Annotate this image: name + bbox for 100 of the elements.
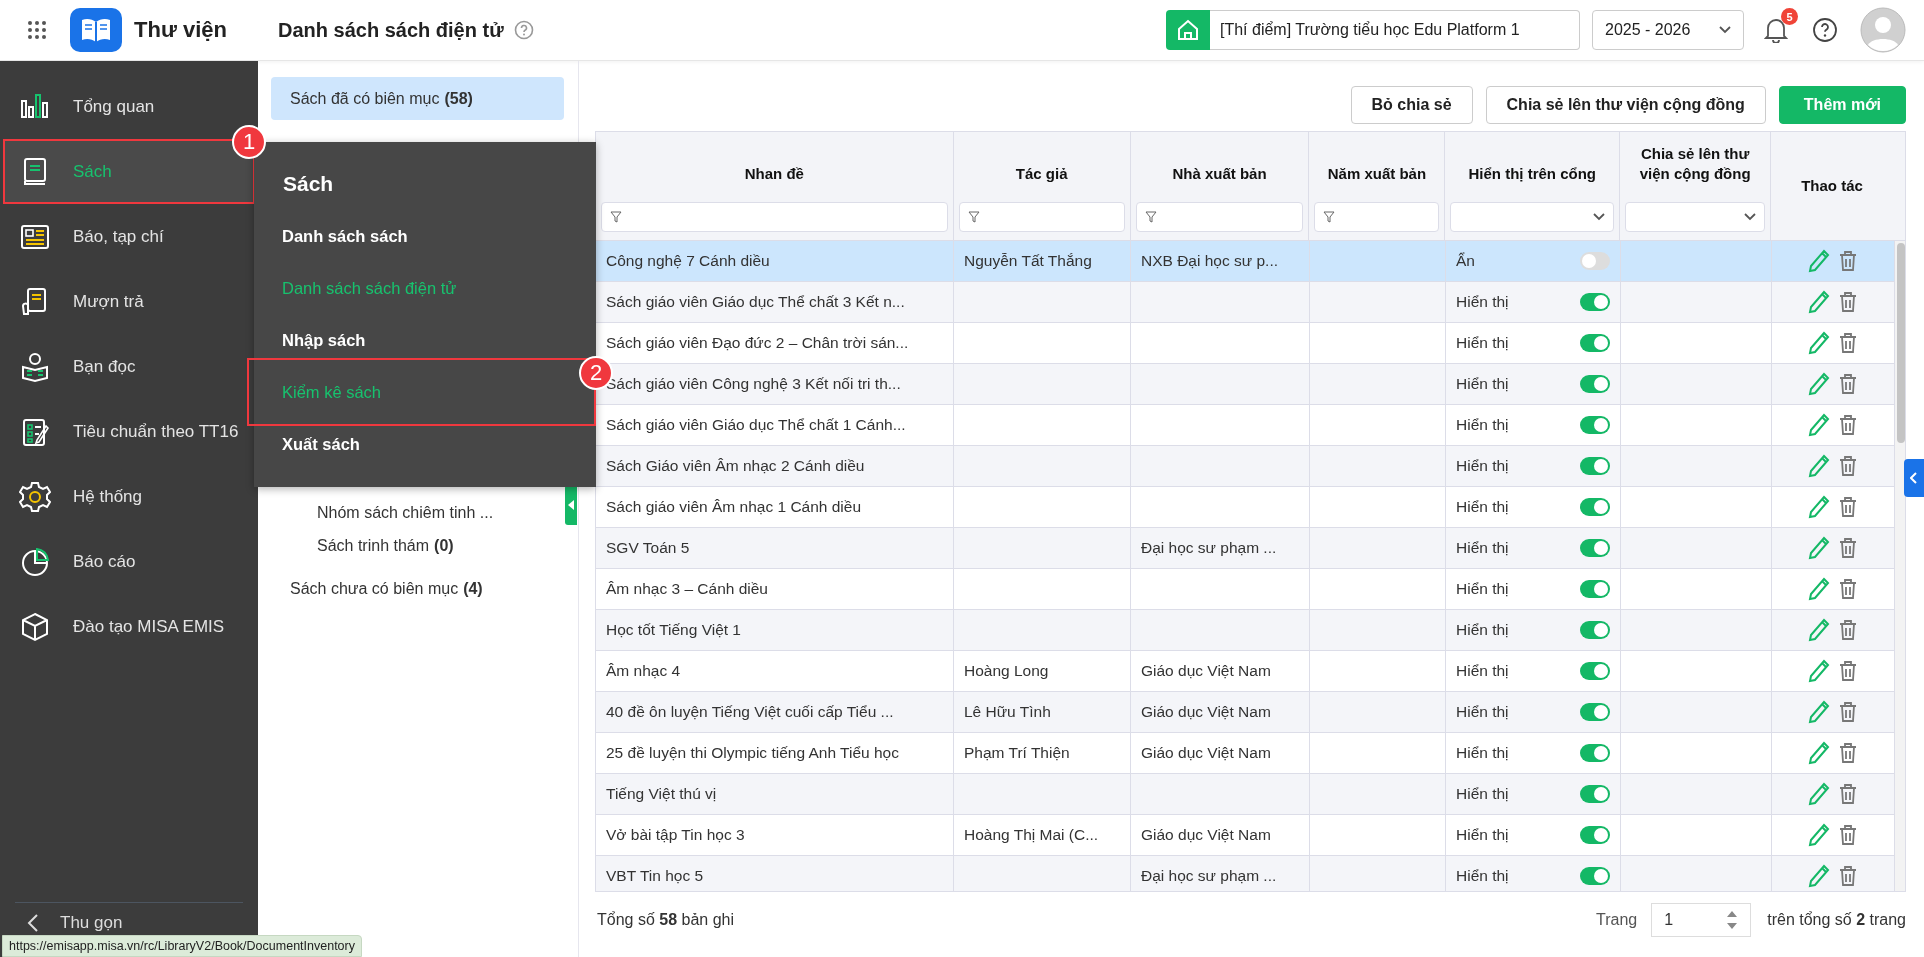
- edit-icon[interactable]: [1808, 577, 1830, 601]
- delete-icon[interactable]: [1838, 455, 1858, 477]
- avatar-icon[interactable]: [1860, 7, 1906, 53]
- table-row[interactable]: 25 đề luyện thi Olympic tiếng Anh Tiểu học Phạm Trí Thiện Giáo dục Việt Nam Hiển thị: [596, 733, 1894, 774]
- edit-icon[interactable]: [1808, 249, 1830, 273]
- toggle-switch[interactable]: [1580, 334, 1610, 352]
- sidebar-item[interactable]: Mượn trả: [3, 283, 255, 320]
- table-row[interactable]: Âm nhạc 3 – Cánh diều Hiển thị: [596, 569, 1894, 610]
- help-icon[interactable]: [1812, 17, 1838, 43]
- table-row[interactable]: Sách giáo viên Âm nhạc 1 Cánh diều Hiển thị: [596, 487, 1894, 528]
- sidebar-item[interactable]: Báo, tạp chí: [3, 218, 255, 255]
- spinner-arrows-icon[interactable]: [1726, 909, 1739, 931]
- sidebar-label: Mượn trả: [73, 291, 144, 312]
- school-home-button[interactable]: [1166, 10, 1210, 50]
- table-row[interactable]: Tiếng Việt thú vị Hiển thị: [596, 774, 1894, 815]
- delete-icon[interactable]: [1838, 742, 1858, 764]
- edit-icon[interactable]: [1808, 700, 1830, 724]
- toggle-switch[interactable]: [1580, 662, 1610, 680]
- toggle-switch[interactable]: [1580, 580, 1610, 598]
- delete-icon[interactable]: [1838, 824, 1858, 846]
- delete-icon[interactable]: [1838, 537, 1858, 559]
- delete-icon[interactable]: [1838, 250, 1858, 272]
- category-item[interactable]: Sách trinh thám (0): [271, 534, 564, 558]
- sidebar-item[interactable]: Bạn đọc: [3, 348, 255, 385]
- edit-icon[interactable]: [1808, 618, 1830, 642]
- delete-icon[interactable]: [1838, 578, 1858, 600]
- edit-icon[interactable]: [1808, 372, 1830, 396]
- toggle-switch[interactable]: [1580, 703, 1610, 721]
- edit-icon[interactable]: [1808, 495, 1830, 519]
- toggle-switch[interactable]: [1580, 785, 1610, 803]
- edit-icon[interactable]: [1808, 290, 1830, 314]
- toggle-switch[interactable]: [1580, 826, 1610, 844]
- delete-icon[interactable]: [1838, 291, 1858, 313]
- sidebar-item[interactable]: Hệ thống: [3, 478, 255, 515]
- side-panel-tab[interactable]: [1904, 459, 1924, 497]
- table-row[interactable]: Sách giáo viên Giáo dục Thể chất 1 Cánh... Hiển thị: [596, 405, 1894, 446]
- edit-icon[interactable]: [1808, 413, 1830, 437]
- toggle-switch[interactable]: [1580, 539, 1610, 557]
- table-row[interactable]: Học tốt Tiếng Việt 1 Hiển thị: [596, 610, 1894, 651]
- edit-icon[interactable]: [1808, 659, 1830, 683]
- school-field[interactable]: [Thí điểm] Trường tiểu học Edu Platform 1: [1210, 10, 1580, 50]
- filter-select[interactable]: [1625, 202, 1766, 232]
- toggle-switch[interactable]: [1580, 416, 1610, 434]
- sidebar-item[interactable]: Đào tạo MISA EMIS: [3, 608, 255, 645]
- edit-icon[interactable]: [1808, 823, 1830, 847]
- filter-field[interactable]: [1135, 202, 1304, 232]
- edit-icon[interactable]: [1808, 741, 1830, 765]
- delete-icon[interactable]: [1838, 373, 1858, 395]
- filter-select[interactable]: [1450, 202, 1615, 232]
- edit-icon[interactable]: [1808, 782, 1830, 806]
- delete-icon[interactable]: [1838, 701, 1858, 723]
- sidebar-item[interactable]: Tổng quan: [3, 88, 255, 125]
- toggle-switch[interactable]: [1580, 621, 1610, 639]
- delete-icon[interactable]: [1838, 619, 1858, 641]
- submenu-item[interactable]: Nhập sách: [254, 314, 596, 366]
- toggle-switch[interactable]: [1580, 457, 1610, 475]
- submenu-item[interactable]: Danh sách sách điện tử: [254, 262, 596, 314]
- delete-icon[interactable]: [1838, 332, 1858, 354]
- table-row[interactable]: 40 đề ôn luyện Tiếng Việt cuối cấp Tiểu ... Lê Hữu Tình Giáo dục Việt Nam Hiển thị: [596, 692, 1894, 733]
- toggle-switch[interactable]: [1580, 498, 1610, 516]
- sidebar-item[interactable]: Tiêu chuẩn theo TT16: [3, 413, 255, 450]
- filter-field[interactable]: [1314, 202, 1440, 232]
- edit-icon[interactable]: [1808, 864, 1830, 888]
- filter-field[interactable]: [958, 202, 1125, 232]
- scrollbar-thumb[interactable]: [1897, 243, 1905, 443]
- table-row[interactable]: Sách giáo viên Giáo dục Thể chất 3 Kết n... Hiển thị: [596, 282, 1894, 323]
- apps-grid-icon[interactable]: [27, 20, 47, 40]
- delete-icon[interactable]: [1838, 496, 1858, 518]
- category-item[interactable]: Sách chưa có biên mục (4): [271, 567, 564, 611]
- toggle-switch[interactable]: [1580, 867, 1610, 885]
- delete-icon[interactable]: [1838, 865, 1858, 887]
- school-year-select[interactable]: 2025 - 2026: [1592, 10, 1744, 50]
- delete-icon[interactable]: [1838, 414, 1858, 436]
- edit-icon[interactable]: [1808, 536, 1830, 560]
- edit-icon[interactable]: [1808, 454, 1830, 478]
- category-item[interactable]: Sách đã có biên mục (58): [271, 77, 564, 120]
- table-row[interactable]: Sách Giáo viên Âm nhạc 2 Cánh diều Hiển thị: [596, 446, 1894, 487]
- bell-icon[interactable]: [1764, 17, 1788, 43]
- table-row[interactable]: Công nghệ 7 Cánh diều Nguyễn Tất Thắng NXB Đại học sư p... Ẩn: [596, 241, 1894, 282]
- toggle-switch[interactable]: [1580, 252, 1610, 270]
- category-item[interactable]: Nhóm sách chiêm tinh ...: [271, 500, 564, 525]
- edit-icon[interactable]: [1808, 331, 1830, 355]
- submenu-item[interactable]: Danh sách sách: [254, 210, 596, 262]
- table-row[interactable]: Âm nhạc 4 Hoàng Long Giáo dục Việt Nam Hiển thị: [596, 651, 1894, 692]
- table-row[interactable]: VBT Tin học 5 Đại học sư phạm ... Hiển thị: [596, 856, 1894, 891]
- filter-field[interactable]: [601, 202, 948, 232]
- collapse-panel-tab[interactable]: [565, 485, 577, 525]
- delete-icon[interactable]: [1838, 783, 1858, 805]
- toggle-switch[interactable]: [1580, 744, 1610, 762]
- collapse-button[interactable]: Thu gọn: [0, 913, 149, 933]
- toggle-switch[interactable]: [1580, 375, 1610, 393]
- table-row[interactable]: Vở bài tập Tin học 3 Hoàng Thị Mai (C... Giáo dục Việt Nam Hiển thị: [596, 815, 1894, 856]
- sidebar-item[interactable]: Báo cáo: [3, 543, 255, 580]
- action-button[interactable]: Chia sẻ lên thư viện cộng đồng: [1485, 86, 1766, 124]
- toggle-switch[interactable]: [1580, 293, 1610, 311]
- table-row[interactable]: SGV Toán 5 Đại học sư phạm ... Hiển thị: [596, 528, 1894, 569]
- action-button[interactable]: Bỏ chia sẻ: [1350, 86, 1473, 124]
- submenu-item[interactable]: Xuất sách: [254, 418, 596, 470]
- page-field[interactable]: 1: [1651, 903, 1752, 937]
- delete-icon[interactable]: [1838, 660, 1858, 682]
